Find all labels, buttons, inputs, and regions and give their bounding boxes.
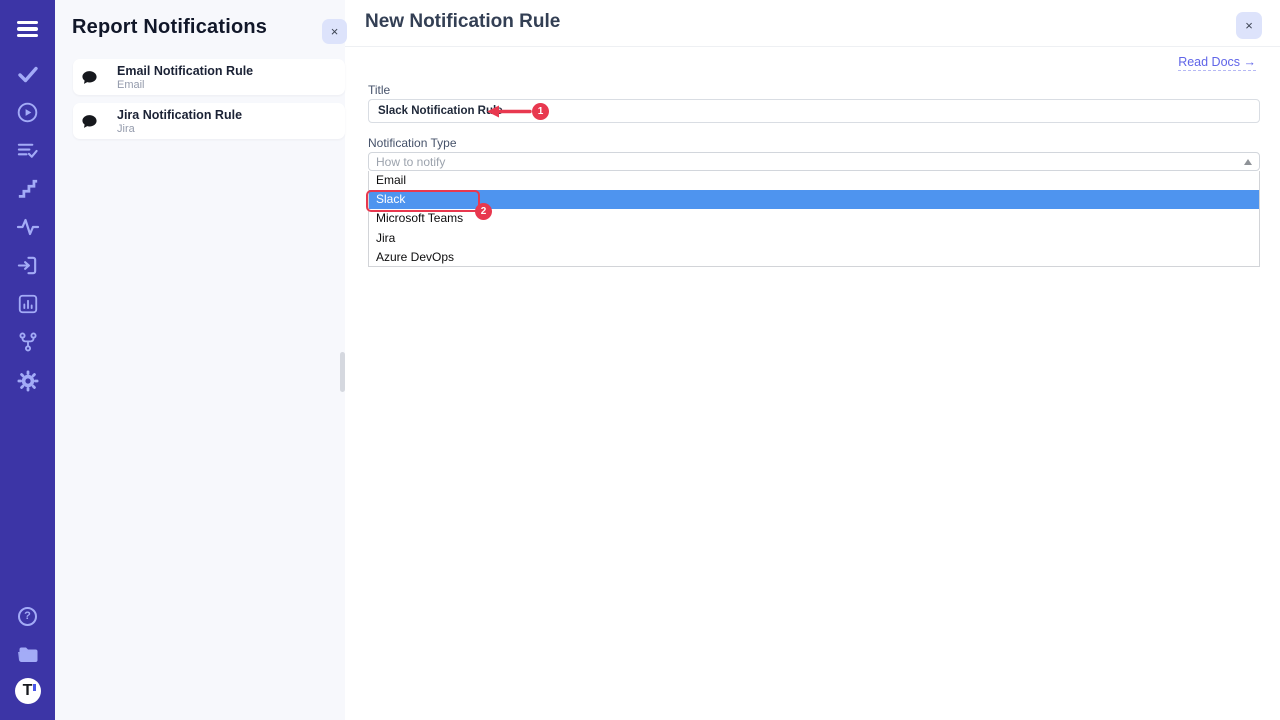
sidebar-item-branches[interactable] bbox=[0, 328, 55, 356]
page-title: New Notification Rule bbox=[365, 11, 560, 33]
annotation-step-2-badge: 2 bbox=[475, 203, 492, 220]
chat-bubble-icon bbox=[81, 69, 98, 86]
sidebar-item-tests[interactable] bbox=[0, 60, 55, 88]
option-microsoft-teams[interactable]: Microsoft Teams bbox=[369, 209, 1259, 228]
list-item-email-rule[interactable]: Email Notification Rule Email bbox=[73, 59, 345, 95]
rule-title: Email Notification Rule bbox=[117, 64, 253, 78]
option-email[interactable]: Email bbox=[369, 171, 1259, 190]
list-check-icon bbox=[16, 139, 39, 162]
sidebar-item-reports[interactable] bbox=[0, 290, 55, 318]
rule-subtitle: Jira bbox=[117, 123, 135, 135]
type-field-label: Notification Type bbox=[368, 136, 457, 150]
git-fork-icon bbox=[17, 331, 39, 353]
annotation-highlight-rect bbox=[366, 190, 480, 212]
menu-button[interactable] bbox=[0, 16, 55, 42]
gear-icon bbox=[16, 369, 40, 393]
option-slack[interactable]: Slack bbox=[369, 190, 1259, 209]
help-icon: ? bbox=[18, 607, 37, 626]
activity-icon bbox=[16, 215, 40, 239]
sidebar-item-help[interactable]: ? bbox=[0, 602, 55, 630]
sidebar-item-settings[interactable] bbox=[0, 367, 55, 395]
main-close-button[interactable]: × bbox=[1236, 12, 1262, 39]
sidebar-item-account[interactable]: T bbox=[0, 677, 55, 705]
title-field-label: Title bbox=[368, 83, 390, 97]
t-logo: T bbox=[15, 678, 41, 704]
play-circle-icon bbox=[16, 101, 39, 124]
main-content: New Notification Rule × Read Docs → Titl… bbox=[345, 0, 1280, 720]
panel-scrollbar[interactable] bbox=[340, 352, 345, 392]
close-icon: × bbox=[331, 24, 339, 39]
select-arrow-icon bbox=[1244, 159, 1252, 165]
report-notifications-panel: Report Notifications × Email Notificatio… bbox=[55, 0, 345, 720]
sidebar-rail: ? T bbox=[0, 0, 55, 720]
sidebar-item-analytics[interactable] bbox=[0, 213, 55, 241]
sidebar-item-import[interactable] bbox=[0, 251, 55, 279]
chat-bubble-icon bbox=[81, 113, 98, 130]
sidebar-item-milestones[interactable] bbox=[0, 175, 55, 203]
panel-close-button[interactable]: × bbox=[322, 19, 347, 44]
notification-type-options: Email Slack Microsoft Teams Jira Azure D… bbox=[368, 171, 1260, 267]
panel-title: Report Notifications bbox=[72, 16, 267, 39]
list-item-jira-rule[interactable]: Jira Notification Rule Jira bbox=[73, 103, 345, 139]
bar-chart-icon bbox=[17, 293, 39, 315]
close-icon: × bbox=[1245, 18, 1253, 33]
sidebar-item-plans[interactable] bbox=[0, 136, 55, 164]
menu-icon bbox=[17, 21, 38, 38]
check-icon bbox=[16, 62, 40, 86]
option-jira[interactable]: Jira bbox=[369, 229, 1259, 248]
rule-title: Jira Notification Rule bbox=[117, 108, 242, 122]
select-placeholder: How to notify bbox=[376, 155, 445, 169]
rule-subtitle: Email bbox=[117, 79, 145, 91]
folder-icon bbox=[16, 642, 40, 666]
sidebar-item-runs[interactable] bbox=[0, 98, 55, 126]
read-docs-link[interactable]: Read Docs → bbox=[1178, 55, 1256, 71]
notification-type-select[interactable]: How to notify bbox=[368, 152, 1260, 171]
sidebar-item-projects[interactable] bbox=[0, 640, 55, 668]
main-header: New Notification Rule × bbox=[345, 0, 1280, 47]
option-azure-devops[interactable]: Azure DevOps bbox=[369, 248, 1259, 267]
steps-icon bbox=[17, 178, 39, 200]
annotation-arrow-left-icon bbox=[486, 104, 532, 119]
sign-in-icon bbox=[16, 254, 39, 277]
annotation-step-1-badge: 1 bbox=[532, 103, 549, 120]
